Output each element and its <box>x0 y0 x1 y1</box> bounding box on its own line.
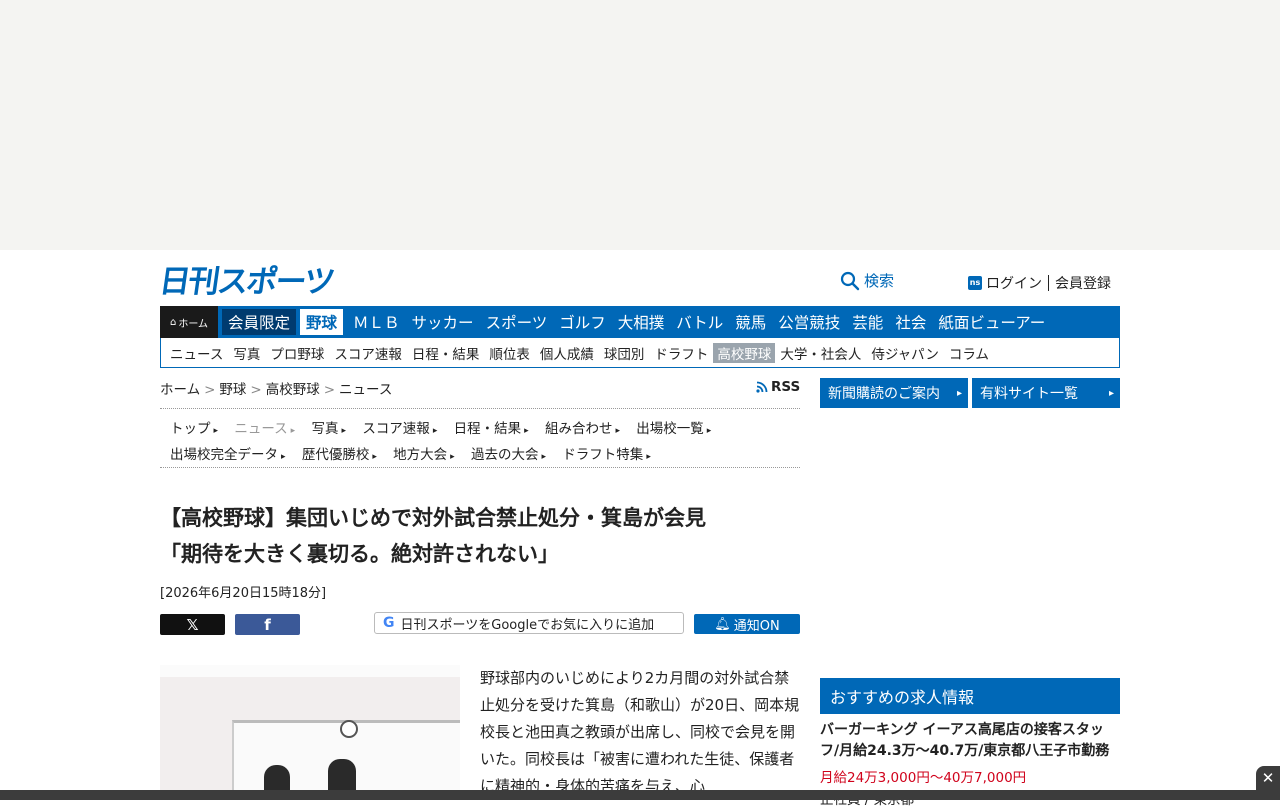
job-listing-pay: 月給24万3,000円～40万7,000円 <box>820 770 1027 786</box>
subnav-item-high-school[interactable]: 高校野球 <box>713 342 776 363</box>
article-title-line1: 【高校野球】集団いじめで対外試合禁止処分・箕島が会見 <box>160 506 706 530</box>
notify-button[interactable]: 🔔︎ 通知ON <box>694 614 800 634</box>
share-x-button[interactable]: 𝕏 <box>160 614 225 635</box>
facebook-icon: f <box>264 615 271 634</box>
catnav-school-data[interactable]: 出場校完全データ <box>170 443 286 469</box>
job-listing-title[interactable]: バーガーキング イーアス高尾店の接客スタッフ/月給24.3万～40.7万/東京都… <box>820 720 1120 762</box>
photo-ceiling <box>160 665 460 677</box>
rss-icon <box>756 381 768 393</box>
subscribe-button[interactable]: 新聞購読のご案内 <box>820 378 968 408</box>
catnav-past-champions[interactable]: 歴代優勝校 <box>302 443 377 469</box>
bottom-ad-bar <box>0 790 1280 800</box>
article-title: 【高校野球】集団いじめで対外試合禁止処分・箕島が会見 「期待を大きく裏切る。絶対… <box>160 500 800 572</box>
breadcrumb-separator: > <box>323 382 336 398</box>
google-follow-button[interactable]: G 日刊スポーツをGoogleでお気に入りに追加 <box>374 612 684 634</box>
top-ad-banner <box>0 0 1280 250</box>
account-divider <box>1048 275 1049 291</box>
home-icon: ⌂ <box>169 316 177 328</box>
article-photo[interactable] <box>160 665 460 800</box>
share-facebook-button[interactable]: f <box>235 614 300 635</box>
catnav-draft-feature[interactable]: ドラフト特集 <box>562 443 651 469</box>
category-nav-row2: 出場校完全データ 歴代優勝校 地方大会 過去の大会 ドラフト特集 <box>170 443 790 469</box>
gnav-item-paper-viewer[interactable]: 紙面ビューアー <box>932 306 1051 338</box>
gnav-item-sumo[interactable]: 大相撲 <box>612 306 671 338</box>
subnav-item-samurai-japan[interactable]: 侍ジャパン <box>866 343 944 363</box>
gnav-item-members[interactable]: 会員限定 <box>222 309 297 335</box>
gnav-item-soccer[interactable]: サッカー <box>406 306 480 338</box>
catnav-top[interactable]: トップ <box>170 417 218 443</box>
gnav-item-mlb[interactable]: ＭＬＢ <box>347 306 406 338</box>
nikkan-id-icon: ns <box>968 276 982 290</box>
subnav-item-stats[interactable]: 個人成績 <box>535 343 599 363</box>
gnav-item-baseball[interactable]: 野球 <box>300 309 344 335</box>
category-nav-row1: トップ ニュース 写真 スコア速報 日程・結果 組み合わせ 出場校一覧 <box>170 417 790 443</box>
breadcrumb-news: ニュース <box>339 382 393 398</box>
jobs-heading: おすすめの求人情報 <box>820 678 1120 714</box>
login-link[interactable]: ログイン <box>986 273 1042 293</box>
gnav-home[interactable]: ⌂ ホーム <box>160 306 218 338</box>
gnav-item-sports[interactable]: スポーツ <box>480 306 554 338</box>
subnav-item-news[interactable]: ニュース <box>165 343 228 363</box>
paid-sites-button[interactable]: 有料サイト一覧 <box>972 378 1120 408</box>
article-body: 野球部内のいじめにより2カ月間の対外試合禁止処分を受けた箕島（和歌山）が20日、… <box>480 669 800 795</box>
notify-label: 通知ON <box>733 618 780 634</box>
site-logo-text: 日刊スポーツ <box>156 263 336 300</box>
breadcrumb-baseball[interactable]: 野球 <box>219 382 246 398</box>
rss-link[interactable]: RSS <box>756 379 800 395</box>
subnav-item-teams[interactable]: 球団別 <box>599 343 650 363</box>
catnav-score[interactable]: スコア速報 <box>362 417 437 443</box>
catnav-regional[interactable]: 地方大会 <box>393 443 455 469</box>
google-icon: G <box>383 615 395 631</box>
article-date: [2026年6月20日15時18分] <box>160 586 327 601</box>
breadcrumb-home[interactable]: ホーム <box>160 382 200 398</box>
category-nav: トップ ニュース 写真 スコア速報 日程・結果 組み合わせ 出場校一覧 出場校完… <box>160 408 800 468</box>
subnav-item-draft[interactable]: ドラフト <box>649 343 713 363</box>
search-icon <box>840 271 860 290</box>
global-nav: ⌂ ホーム 会員限定 野球 ＭＬＢ サッカー スポーツ ゴルフ 大相撲 バトル … <box>160 306 1120 338</box>
google-follow-label: 日刊スポーツをGoogleでお気に入りに追加 <box>400 617 655 633</box>
gnav-item-public-racing[interactable]: 公営競技 <box>772 306 846 338</box>
photo-clock <box>340 720 358 738</box>
close-ad-button[interactable]: ✕ <box>1256 766 1280 790</box>
article-title-line2: 「期待を大きく裏切る。絶対許されない」 <box>160 542 559 566</box>
x-icon: 𝕏 <box>186 615 199 634</box>
search-button[interactable]: 検索 <box>840 270 894 291</box>
subnav-item-column[interactable]: コラム <box>944 343 994 363</box>
sub-nav: ニュース 写真 プロ野球 スコア速報 日程・結果 順位表 個人成績 球団別 ドラ… <box>160 338 1120 368</box>
subnav-item-photo[interactable]: 写真 <box>228 343 265 363</box>
site-logo[interactable]: 日刊スポーツ <box>157 260 335 300</box>
breadcrumb-separator: > <box>250 382 262 398</box>
subnav-item-standings[interactable]: 順位表 <box>484 343 535 363</box>
gnav-item-golf[interactable]: ゴルフ <box>553 306 612 338</box>
gnav-item-entertainment[interactable]: 芸能 <box>846 306 889 338</box>
catnav-photo[interactable]: 写真 <box>311 417 346 443</box>
search-label: 検索 <box>864 272 895 290</box>
register-link[interactable]: 会員登録 <box>1055 273 1111 293</box>
breadcrumb-high-school[interactable]: 高校野球 <box>266 382 320 398</box>
breadcrumb-separator: > <box>204 382 216 398</box>
catnav-bracket[interactable]: 組み合わせ <box>545 417 620 443</box>
catnav-schools[interactable]: 出場校一覧 <box>636 417 711 443</box>
subnav-item-college[interactable]: 大学・社会人 <box>775 343 866 363</box>
gnav-item-keiba[interactable]: 競馬 <box>729 306 772 338</box>
subnav-item-schedule[interactable]: 日程・結果 <box>407 343 485 363</box>
breadcrumb: ホーム > 野球 > 高校野球 > ニュース <box>160 378 392 398</box>
gnav-item-society[interactable]: 社会 <box>889 306 932 338</box>
subnav-item-score[interactable]: スコア速報 <box>329 343 407 363</box>
rss-label: RSS <box>771 379 801 395</box>
catnav-schedule[interactable]: 日程・結果 <box>454 417 529 443</box>
gnav-item-battle[interactable]: バトル <box>670 306 729 338</box>
catnav-news: ニュース <box>234 417 295 443</box>
bell-icon: 🔔︎ <box>714 616 731 632</box>
account-links: ns ログイン 会員登録 <box>968 273 1111 293</box>
catnav-past-tournaments[interactable]: 過去の大会 <box>471 443 546 469</box>
subnav-item-pro-baseball[interactable]: プロ野球 <box>265 343 329 363</box>
gnav-home-label: ホーム <box>178 318 209 330</box>
close-icon: ✕ <box>1261 769 1275 787</box>
